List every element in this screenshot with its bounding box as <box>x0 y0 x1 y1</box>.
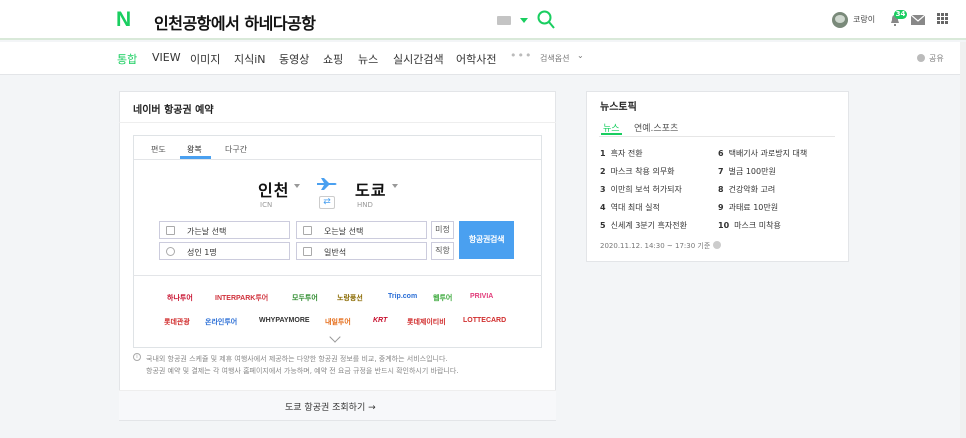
tab-one-way[interactable]: 편도 <box>151 144 166 155</box>
undecided-button[interactable]: 미정 <box>431 221 454 239</box>
tab-video[interactable]: 동영상 <box>279 51 309 67</box>
seat-class-field[interactable]: 일반석 <box>296 242 427 260</box>
trip-type-tabs: 편도 왕복 다구간 <box>134 136 541 160</box>
partner-modetour[interactable]: 모두투어 <box>292 293 318 303</box>
partner-webtour[interactable]: 웹투어 <box>433 293 452 303</box>
partner-krt[interactable]: KRT <box>373 317 387 324</box>
destination-code: HND <box>357 201 373 209</box>
topic-item[interactable]: 2 마스크 착용 의무화 <box>600 166 675 177</box>
topic-item[interactable]: 6 택배기사 과로방지 대책 <box>718 148 807 159</box>
partner-tripcom[interactable]: Trip.com <box>388 293 417 300</box>
calendar-icon <box>166 226 175 235</box>
tab-view[interactable]: VIEW <box>152 51 181 64</box>
divider <box>133 275 542 276</box>
active-tab-indicator <box>601 133 622 135</box>
partner-interpark[interactable]: INTERPARK투어 <box>215 293 268 303</box>
depart-date-text: 가는날 선택 <box>187 227 227 236</box>
depart-date-field[interactable]: 가는날 선택 <box>159 221 290 239</box>
topic-item[interactable]: 10 마스크 미착용 <box>718 220 781 231</box>
direct-flight-button[interactable]: 직항 <box>431 242 454 260</box>
mail-icon[interactable] <box>911 15 925 25</box>
chevron-down-icon[interactable] <box>392 184 398 188</box>
search-icon[interactable] <box>537 10 555 30</box>
keyboard-icon[interactable] <box>497 16 511 25</box>
tab-multi-city[interactable]: 다구간 <box>225 144 247 155</box>
share-button[interactable]: 공유 <box>917 53 944 64</box>
partner-onlinetour[interactable]: 온라인투어 <box>205 317 237 327</box>
tab-knowledge[interactable]: 지식iN <box>234 51 266 67</box>
search-tabs: 통합 VIEW 이미지 지식iN 동영상 쇼핑 뉴스 실시간검색 어학사전 ••… <box>0 42 966 75</box>
news-timestamp: 2020.11.12. 14:30 ~ 17:30 기준 <box>600 241 721 251</box>
tab-dictionary[interactable]: 어학사전 <box>456 51 496 67</box>
apps-grid-icon[interactable] <box>937 13 948 24</box>
partner-lottecard[interactable]: LOTTECARD <box>463 317 506 324</box>
partner-whypaymore[interactable]: WHYPAYMORE <box>259 317 310 324</box>
destination-city[interactable]: 도쿄 <box>355 177 386 201</box>
topic-item[interactable]: 9 과태료 10만원 <box>718 202 778 213</box>
news-topic-title: 뉴스토픽 <box>600 102 637 113</box>
chevron-down-icon[interactable] <box>520 18 528 23</box>
passengers-text: 성인 1명 <box>187 248 217 257</box>
flight-panel-title: 네이버 항공권 예약 <box>133 105 214 116</box>
notification-badge: 34 <box>894 10 907 19</box>
partner-naeiltour[interactable]: 내일투어 <box>325 317 351 327</box>
return-date-text: 오는날 선택 <box>324 227 364 236</box>
passengers-field[interactable]: 성인 1명 <box>159 242 290 260</box>
topic-item[interactable]: 3 이만희 보석 허가되자 <box>600 184 682 195</box>
return-date-field[interactable]: 오는날 선택 <box>296 221 427 239</box>
topic-item[interactable]: 4 역대 최대 실적 <box>600 202 660 213</box>
tab-entertainment-sports[interactable]: 연예.스포츠 <box>634 121 678 134</box>
naver-logo[interactable]: N <box>116 9 132 30</box>
username[interactable]: 코랑이 <box>853 14 875 25</box>
chevron-down-icon[interactable] <box>294 184 300 188</box>
partner-privia[interactable]: PRIVIA <box>470 293 493 300</box>
partner-lottejtb[interactable]: 롯데제이티비 <box>407 317 446 327</box>
tab-realtime[interactable]: 실시간검색 <box>393 51 444 67</box>
topic-item[interactable]: 7 벌금 100만원 <box>718 166 776 177</box>
calendar-icon <box>303 226 312 235</box>
scrollbar[interactable] <box>960 42 966 438</box>
more-tabs-button[interactable]: ••• <box>510 49 532 62</box>
seat-class-text: 일반석 <box>324 248 347 257</box>
flight-search-button[interactable]: 항공권검색 <box>459 221 514 259</box>
origin-code: ICN <box>260 201 273 209</box>
tab-round-trip[interactable]: 왕복 <box>187 144 202 155</box>
info-icon: i <box>133 353 141 361</box>
person-icon <box>166 247 175 256</box>
swap-route-button[interactable]: ⇄ <box>319 196 335 209</box>
tab-images[interactable]: 이미지 <box>190 51 220 67</box>
notice-line-1: 국내외 항공권 스케쥴 및 제휴 여행사에서 제공하는 다양한 항공권 정보를 … <box>146 355 448 363</box>
info-icon[interactable] <box>712 241 721 249</box>
tab-shopping[interactable]: 쇼핑 <box>323 51 343 67</box>
notice-line-2: 항공권 예약 및 결제는 각 여행사 홈페이지에서 가능하며, 예약 전 요금 … <box>146 367 459 375</box>
active-tab-indicator <box>180 156 211 159</box>
chevron-down-icon[interactable]: ⌄ <box>577 51 584 60</box>
topic-item[interactable]: 5 신세계 3분기 흑자전환 <box>600 220 687 231</box>
tab-all[interactable]: 통합 <box>117 51 137 67</box>
partner-lottetour[interactable]: 롯데관광 <box>164 317 190 327</box>
tab-news[interactable]: 뉴스 <box>358 51 378 67</box>
origin-city[interactable]: 인천 <box>258 177 289 201</box>
top-header: N 인천공항에서 하네다공항 코랑이 34 <box>0 0 966 40</box>
view-tokyo-flights-link[interactable]: 도쿄 항공권 조회하기 → <box>285 400 376 413</box>
topic-item[interactable]: 1 흑자 전환 <box>600 148 643 159</box>
search-query[interactable]: 인천공항에서 하네다공항 <box>154 10 316 34</box>
partner-yellowballoon[interactable]: 노랑풍선 <box>337 293 363 303</box>
airplane-icon <box>317 178 337 190</box>
divider <box>119 122 556 123</box>
search-options-button[interactable]: 검색옵션 <box>540 53 569 64</box>
partner-hanatour[interactable]: 하나투어 <box>167 293 193 303</box>
seat-icon <box>303 247 312 256</box>
avatar[interactable] <box>832 12 848 28</box>
flight-footer: 도쿄 항공권 조회하기 → <box>119 390 556 420</box>
topic-item[interactable]: 8 건강악화 고려 <box>718 184 775 195</box>
divider <box>599 136 835 137</box>
